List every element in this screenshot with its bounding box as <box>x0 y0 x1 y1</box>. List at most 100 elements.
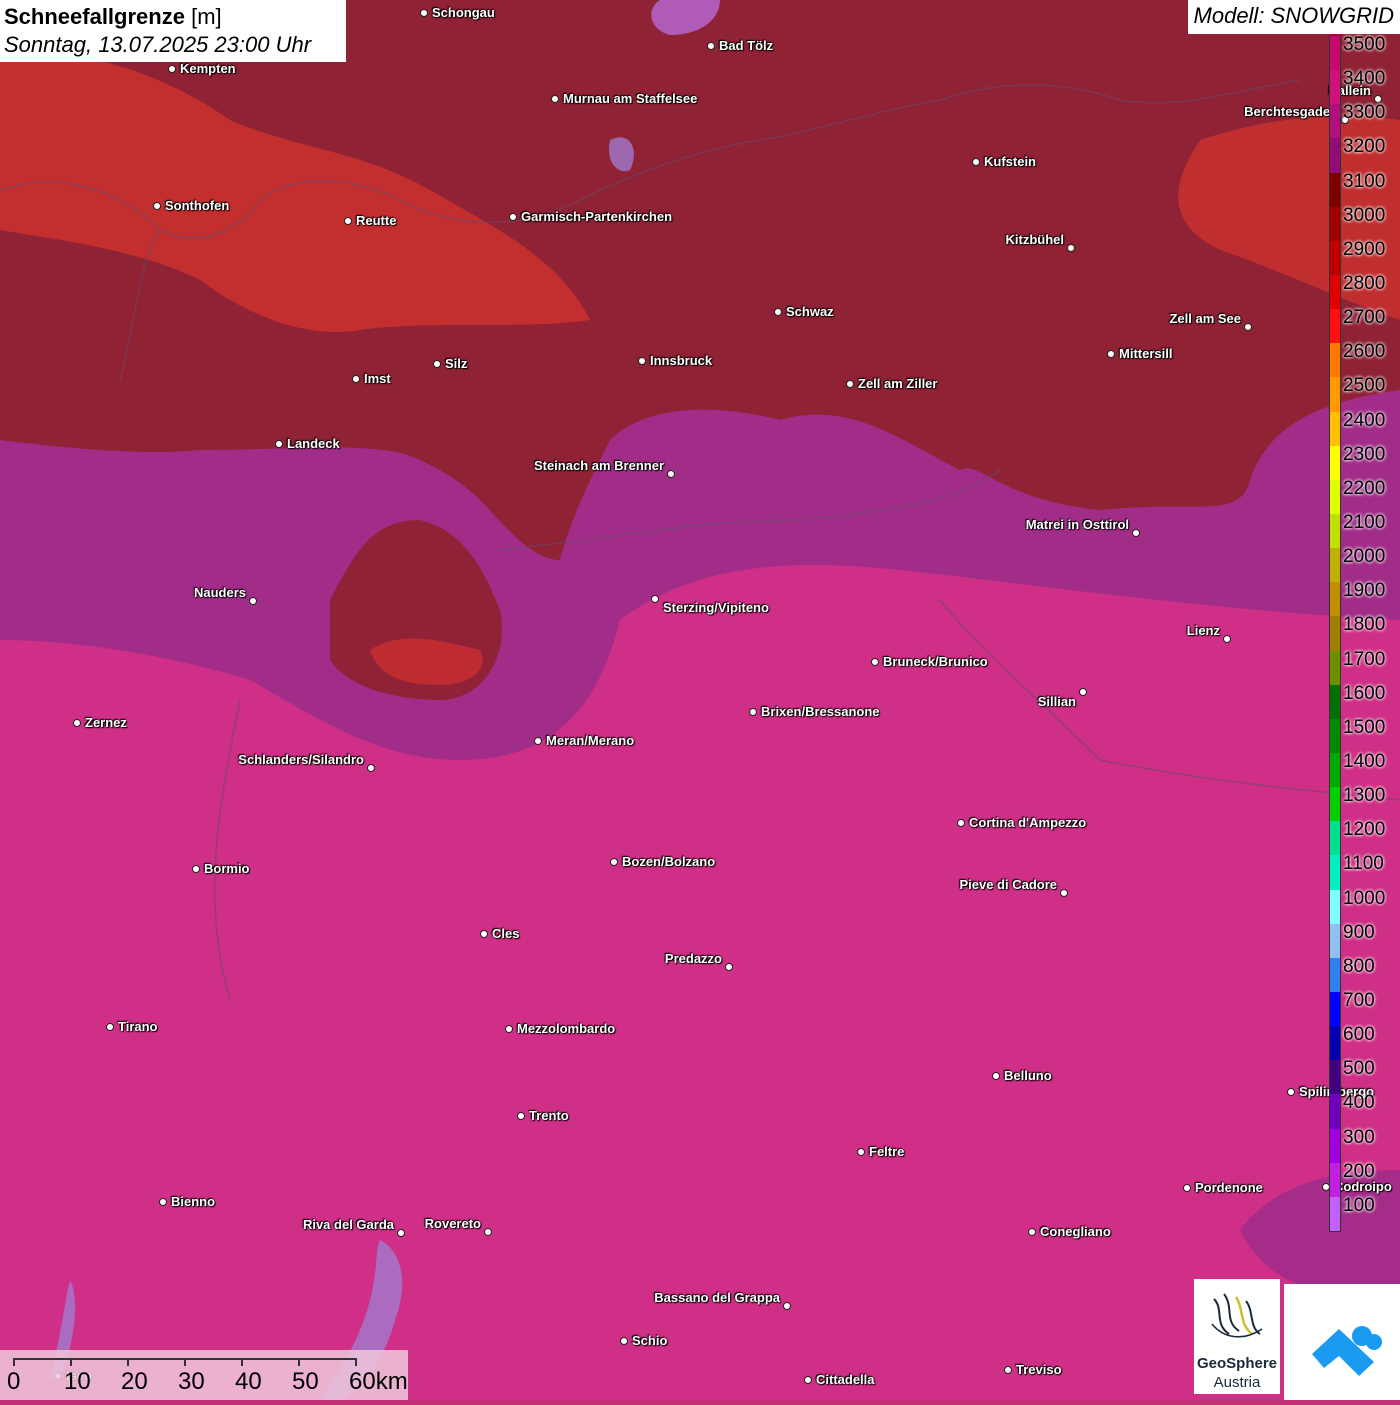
geosphere-mark-icon <box>1211 1293 1263 1338</box>
snow-app-logo <box>1284 1284 1400 1400</box>
city-label: Steinach am Brenner <box>533 458 664 473</box>
legend-label: 1200 <box>1343 819 1386 841</box>
city-dot <box>397 1229 405 1237</box>
city-label: Matrei in Osttirol <box>1025 517 1129 532</box>
legend-color-segment <box>1330 582 1340 617</box>
city-label: Sillian <box>1037 694 1076 709</box>
legend-color-segment <box>1330 855 1340 891</box>
city-label: Cles <box>492 926 520 941</box>
legend-label: 700 <box>1343 990 1375 1011</box>
city-dot <box>651 595 659 603</box>
legend-label: 900 <box>1343 921 1375 943</box>
city-dot <box>1223 635 1231 643</box>
scale-tick <box>127 1358 129 1366</box>
legend-color-segment <box>1330 1196 1340 1232</box>
legend-color-segment <box>1330 514 1340 549</box>
city-dot <box>707 42 715 50</box>
legend-label: 1500 <box>1343 716 1386 738</box>
city-dot <box>1244 323 1252 331</box>
legend-label: 2400 <box>1343 409 1386 431</box>
legend-color-segment <box>1330 1162 1340 1198</box>
legend-color-segment <box>1330 1060 1340 1095</box>
legend-color-segment <box>1330 445 1340 481</box>
city-label: Tirano <box>118 1019 158 1034</box>
legend-color-segment <box>1330 1128 1340 1164</box>
scale-tick <box>298 1358 300 1366</box>
map-datetime: Sonntag, 13.07.2025 23:00 Uhr <box>4 32 312 57</box>
map-title: Schneefallgrenze [m] <box>4 3 342 31</box>
city-label: Brixen/Bressanone <box>761 704 880 719</box>
legend-label: 2000 <box>1343 546 1386 568</box>
city-dot <box>1028 1228 1036 1236</box>
city-label: Bruneck/Brunico <box>883 654 988 669</box>
city-label: Garmisch-Partenkirchen <box>521 209 673 224</box>
city-dot <box>725 963 733 971</box>
legend-label: 3100 <box>1343 170 1386 192</box>
legend-label: 1000 <box>1343 887 1386 909</box>
legend-color-bar <box>1329 35 1341 1232</box>
city-label: Zell am See <box>1169 311 1241 326</box>
legend-label: 100 <box>1343 1194 1375 1216</box>
legend-label: 1800 <box>1343 614 1386 636</box>
scale-tick <box>184 1358 186 1366</box>
city-dot <box>783 1302 791 1310</box>
city-dot <box>153 202 161 210</box>
legend-label: 1600 <box>1343 682 1386 704</box>
city-dot <box>620 1337 628 1345</box>
city-dot <box>1107 350 1115 358</box>
city-label: Kempten <box>180 61 236 76</box>
city-dot <box>168 65 176 73</box>
legend-label: 3300 <box>1343 102 1386 124</box>
city-label: Pieve di Cadore <box>959 877 1057 892</box>
city-dot <box>367 764 375 772</box>
city-dot <box>1067 244 1075 252</box>
city-dot <box>551 95 559 103</box>
city-dot <box>804 1376 812 1384</box>
city-label: Schlanders/Silandro <box>238 752 364 767</box>
city-dot <box>275 440 283 448</box>
city-label: Cittadella <box>816 1372 875 1387</box>
city-label: Trento <box>529 1108 569 1123</box>
scale-tick <box>241 1358 243 1366</box>
legend-label: 2100 <box>1343 512 1386 533</box>
city-label: Innsbruck <box>650 353 713 368</box>
city-label: Schwaz <box>786 304 834 319</box>
city-label: Bassano del Grappa <box>654 1290 780 1305</box>
scale-label: 20 <box>121 1368 148 1395</box>
city-dot <box>638 357 646 365</box>
legend-label: 600 <box>1343 1024 1375 1046</box>
city-dot <box>106 1023 114 1031</box>
city-dot <box>509 213 517 221</box>
geosphere-logo-line1: GeoSphere <box>1196 1355 1278 1372</box>
legend-label: 1400 <box>1343 751 1386 772</box>
legend-label: 2200 <box>1343 477 1386 499</box>
city-label: Silz <box>445 356 468 371</box>
city-label: Sonthofen <box>165 198 230 213</box>
city-dot <box>433 360 441 368</box>
city-label: Cortina d'Ampezzo <box>969 815 1087 830</box>
city-dot <box>534 737 542 745</box>
city-label: Riva del Garda <box>302 1217 394 1232</box>
legend-color-segment <box>1330 411 1340 447</box>
legend-color-segment <box>1330 240 1340 276</box>
legend-color-segment <box>1330 992 1340 1027</box>
city-label: Kufstein <box>984 154 1036 169</box>
city-label: Zell am Ziller <box>858 376 938 391</box>
legend-label: 3200 <box>1343 136 1386 158</box>
legend-color-segment <box>1330 650 1340 686</box>
legend-label: 2700 <box>1343 307 1386 329</box>
city-label: Berchtesgaden <box>1244 104 1338 119</box>
scale-label: 0 <box>7 1368 21 1395</box>
legend-color-segment <box>1330 684 1340 720</box>
legend-label: 300 <box>1343 1126 1375 1148</box>
city-dot <box>667 470 675 478</box>
city-label: Mittersill <box>1119 346 1173 361</box>
city-dot <box>857 1148 865 1156</box>
scale-label: 60km <box>349 1368 408 1395</box>
city-dot <box>1183 1184 1191 1192</box>
city-dot <box>420 9 428 17</box>
city-label: Belluno <box>1004 1068 1052 1083</box>
variable-unit: [m] <box>191 4 222 29</box>
city-dot <box>774 308 782 316</box>
city-dot <box>1004 1366 1012 1374</box>
